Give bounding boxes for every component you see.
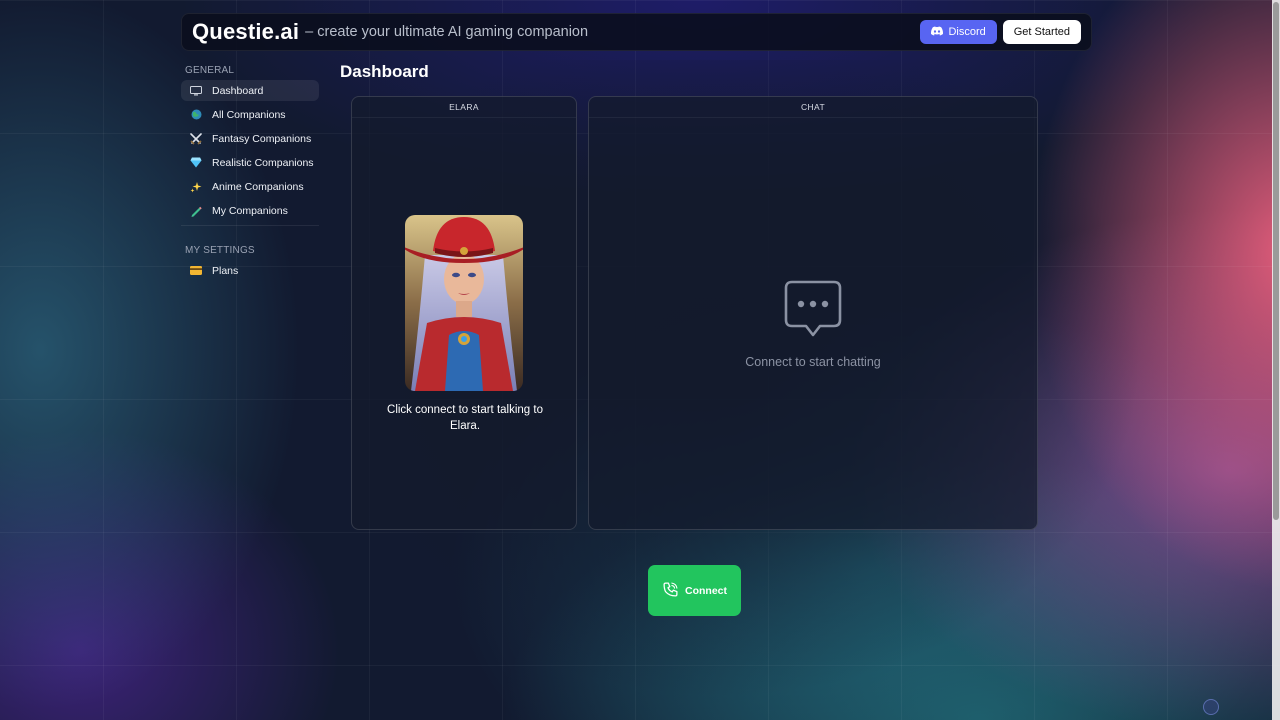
crossed-swords-icon [189,132,203,146]
header-actions: Discord Get Started [920,20,1081,44]
chat-bubble-icon [784,280,842,343]
globe-icon [189,108,203,122]
sidebar-item-label: Dashboard [212,84,264,97]
sidebar-item-fantasy-companions[interactable]: Fantasy Companions [181,128,319,149]
connect-label: Connect [685,584,727,597]
phone-icon [662,581,679,601]
brand-tagline: – create your ultimate AI gaming compani… [305,24,589,40]
sidebar-item-plans[interactable]: Plans [181,260,319,281]
discord-icon [931,26,944,39]
sidebar-item-label: Plans [212,264,239,277]
sidebar-item-label: Anime Companions [212,180,304,193]
sparkles-icon [189,180,203,194]
chat-empty-state: Connect to start chatting [589,280,1037,369]
sidebar-item-label: My Companions [212,204,288,217]
sidebar-section-settings: MY SETTINGS [185,244,255,256]
page-scrollbar-thumb[interactable] [1273,2,1279,520]
companion-caption: Click connect to start talking to Elara. [387,404,543,432]
brand-logo[interactable]: Questie.ai [192,19,299,45]
sidebar-divider [181,225,319,226]
chat-panel: CHAT Connect to start chatting [588,96,1038,530]
discord-label: Discord [948,26,986,38]
pencil-icon [189,204,203,218]
sidebar: GENERAL Dashboard All Companions Fantasy… [181,60,319,284]
sidebar-item-dashboard[interactable]: Dashboard [181,80,319,101]
sidebar-item-all-companions[interactable]: All Companions [181,104,319,125]
sidebar-item-realistic-companions[interactable]: Realistic Companions [181,152,319,173]
monitor-icon [189,84,203,98]
chat-panel-header: CHAT [589,97,1037,118]
get-started-button[interactable]: Get Started [1002,20,1081,44]
chat-empty-text: Connect to start chatting [745,355,881,369]
gem-icon [189,156,203,170]
companion-avatar [405,215,523,391]
connect-button[interactable]: Connect [648,565,741,616]
credit-card-icon [189,264,203,278]
sidebar-item-label: Realistic Companions [212,156,314,169]
discord-button[interactable]: Discord [920,20,997,44]
companion-panel: ELARA Click connect to start talking to … [351,96,577,530]
widget-badge-icon[interactable] [1203,699,1219,715]
companion-panel-header: ELARA [352,97,576,118]
sidebar-item-label: Fantasy Companions [212,132,312,145]
sidebar-item-my-companions[interactable]: My Companions [181,200,319,221]
sidebar-section-general: GENERAL [185,64,235,76]
sidebar-item-anime-companions[interactable]: Anime Companions [181,176,319,197]
top-header: Questie.ai – create your ultimate AI gam… [181,13,1092,51]
sidebar-item-label: All Companions [212,108,286,121]
page-title: Dashboard [340,62,429,81]
